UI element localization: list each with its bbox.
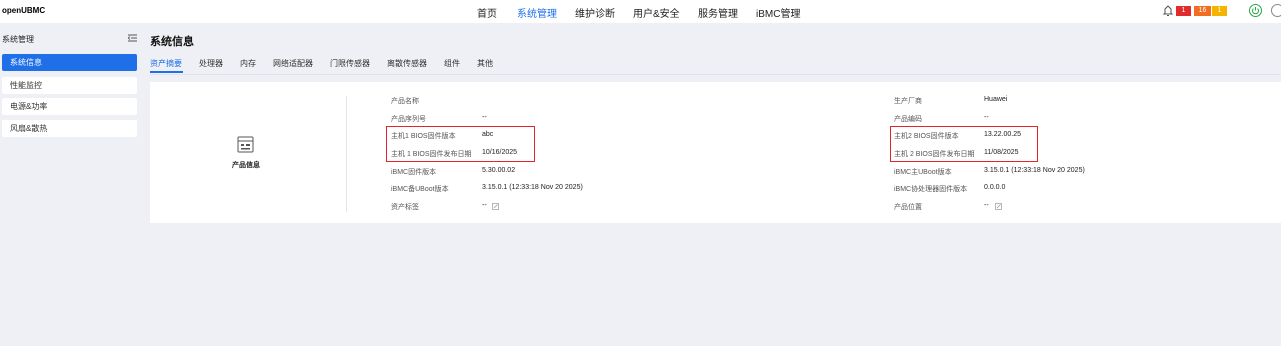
label-ibmc-firmware-version: iBMC固件版本 — [391, 169, 437, 176]
edit-asset-tag-icon[interactable] — [492, 203, 499, 210]
value-asset-tag: -- — [482, 202, 487, 209]
nav-ibmc-management[interactable]: iBMC管理 — [756, 5, 800, 20]
main-nav: 首页 系统管理 维护诊断 用户&安全 服务管理 iBMC管理 — [0, 5, 1281, 20]
minor-alarm-badge[interactable]: 1 — [1212, 6, 1227, 16]
edit-product-location-icon[interactable] — [995, 203, 1002, 210]
product-info-label: 产品信息 — [232, 162, 260, 169]
value-ibmc-backup-uboot: 3.15.0.1 (12:33:18 Nov 20 2025) — [482, 184, 583, 191]
value-product-location: -- — [984, 202, 989, 209]
tab-processor[interactable]: 处理器 — [199, 58, 223, 69]
major-alarm-badge[interactable]: 16 — [1194, 6, 1211, 16]
label-product-code: 产品编码 — [894, 116, 922, 123]
page-title: 系统信息 — [150, 36, 194, 48]
sidebar-item-system-info[interactable]: 系统信息 — [2, 54, 137, 71]
label-product-serial: 产品序列号 — [391, 116, 426, 123]
sidebar-item-fan-cooling[interactable]: 风扇&散热 — [2, 120, 137, 137]
value-ibmc-coprocessor-firmware: 0.0.0.0 — [984, 184, 1006, 191]
label-ibmc-coprocessor-firmware: iBMC协处理器固件版本 — [894, 186, 968, 193]
value-manufacturer: Huawei — [984, 96, 1008, 103]
alarm-bell-icon[interactable] — [1163, 5, 1173, 17]
value-product-code: -- — [984, 114, 989, 121]
label-product-location: 产品位置 — [894, 204, 922, 211]
power-icon[interactable] — [1249, 4, 1262, 17]
asset-summary-card — [150, 82, 1281, 223]
highlight-box-host2-bios — [890, 126, 1038, 162]
card-divider — [346, 96, 347, 212]
nav-maintenance-diagnosis[interactable]: 维护诊断 — [575, 5, 615, 20]
tab-asset-summary[interactable]: 资产摘要 — [150, 58, 182, 69]
label-asset-tag: 资产标签 — [391, 204, 419, 211]
value-ibmc-firmware-version: 5.30.00.02 — [482, 167, 516, 174]
label-ibmc-backup-uboot: iBMC备UBoot版本 — [391, 186, 449, 193]
label-manufacturer: 生产厂商 — [894, 98, 922, 105]
nav-user-security[interactable]: 用户&安全 — [633, 5, 680, 20]
tab-memory[interactable]: 内存 — [240, 58, 256, 69]
label-ibmc-main-uboot: iBMC主UBoot版本 — [894, 169, 952, 176]
tab-bar: 资产摘要 处理器 内存 网络适配器 门限传感器 离散传感器 组件 其他 — [150, 58, 1281, 74]
sidebar-item-power[interactable]: 电源&功率 — [2, 98, 137, 115]
top-header: openUBMC 首页 系统管理 维护诊断 用户&安全 服务管理 iBMC管理 … — [0, 0, 1281, 23]
tab-divider — [150, 74, 1281, 75]
highlight-box-host1-bios — [386, 126, 535, 162]
product-info-icon — [237, 136, 254, 153]
label-product-name: 产品名称 — [391, 98, 419, 105]
sidebar-title: 系统管理 — [2, 35, 34, 44]
value-product-serial: -- — [482, 114, 487, 121]
tab-components[interactable]: 组件 — [444, 58, 460, 69]
tab-threshold-sensor[interactable]: 门限传感器 — [330, 58, 370, 69]
active-tab-indicator — [150, 71, 183, 73]
nav-system-management[interactable]: 系统管理 — [517, 5, 557, 20]
value-ibmc-main-uboot: 3.15.0.1 (12:33:18 Nov 20 2025) — [984, 167, 1085, 174]
nav-home[interactable]: 首页 — [477, 5, 497, 20]
sidebar: 系统管理 系统信息 性能监控 电源&功率 风扇&散热 — [0, 23, 140, 346]
user-avatar-icon[interactable] — [1271, 4, 1281, 17]
tab-discrete-sensor[interactable]: 离散传感器 — [387, 58, 427, 69]
sidebar-item-performance[interactable]: 性能监控 — [2, 77, 137, 94]
tab-network-adapter[interactable]: 网络适配器 — [273, 58, 313, 69]
nav-service-management[interactable]: 服务管理 — [698, 5, 738, 20]
tab-others[interactable]: 其他 — [477, 58, 493, 69]
critical-alarm-badge[interactable]: 1 — [1176, 6, 1191, 16]
collapse-menu-icon[interactable] — [128, 34, 137, 42]
